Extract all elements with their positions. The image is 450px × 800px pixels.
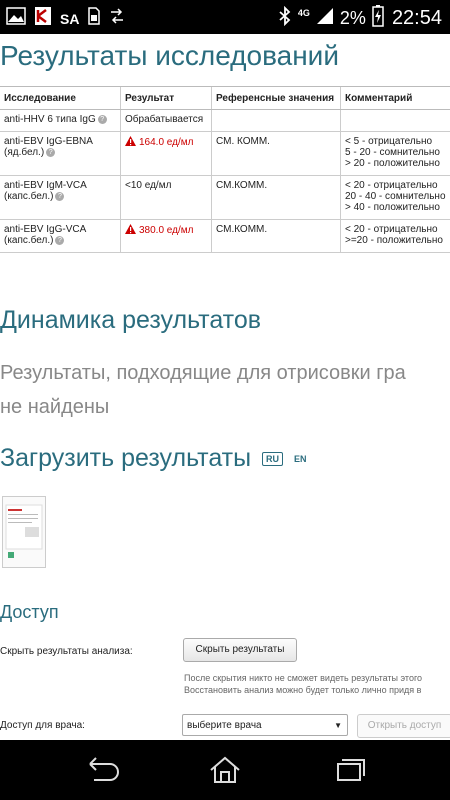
result-cell: <10 ед/мл xyxy=(120,175,212,220)
result-cell: 164.0 ед/мл xyxy=(120,131,212,176)
hide-results-label: Скрыть результаты анализа: xyxy=(0,646,133,657)
table-row: anti-EBV IgM-VCA (капс.бел.)? <10 ед/мл СМ… xyxy=(0,175,450,220)
hide-results-note: После скрытия никто не сможет видеть рез… xyxy=(184,672,422,696)
note-line: После скрытия никто не сможет видеть рез… xyxy=(184,673,423,683)
help-icon[interactable]: ? xyxy=(55,191,65,201)
table-header-row: Исследование Результат Референсные значе… xyxy=(0,86,450,110)
result-value: 380.0 ед/мл xyxy=(139,225,194,236)
doctor-access-label: Доступ для врача: xyxy=(0,720,85,731)
test-name: anti-EBV IgG-VCA (капс.бел.) xyxy=(4,224,86,246)
bluetooth-icon xyxy=(278,5,292,31)
lang-ru-link[interactable]: RU xyxy=(262,452,284,467)
table-row: anti-HHV 6 типа IgG? Обрабатывается xyxy=(0,109,450,132)
clock: 22:54 xyxy=(391,7,442,29)
dynamics-empty-line: не найдены xyxy=(0,396,110,418)
recent-apps-icon[interactable] xyxy=(330,754,370,786)
comment-cell: < 20 - отрицательно >=20 - положительно xyxy=(340,219,450,253)
navigation-bar xyxy=(0,740,450,800)
lang-en-link[interactable]: EN xyxy=(294,454,307,464)
reference-cell xyxy=(211,109,341,132)
column-header: Исследование xyxy=(0,86,121,110)
help-icon[interactable]: ? xyxy=(55,235,65,245)
table-row: anti-EBV IgG-EBNA (яд.бел.)? 164.0 ед/мл С… xyxy=(0,131,450,176)
test-name-cell: anti-HHV 6 типа IgG? xyxy=(0,109,121,132)
uploaded-file-thumbnail[interactable] xyxy=(2,496,46,568)
battery-percent: 2% xyxy=(339,8,366,28)
comment-cell xyxy=(340,109,450,132)
column-header: Комментарий xyxy=(340,86,450,110)
warning-icon xyxy=(125,136,136,149)
doctor-select-value: выберите врача xyxy=(187,720,262,731)
dynamics-title: Динамика результатов xyxy=(0,306,262,334)
upload-title-text: Загрузить результаты xyxy=(0,444,252,472)
doctor-select[interactable]: выберите врача ▼ xyxy=(182,714,348,736)
dynamics-empty-message: Результаты, подходящие для отрисовки гра… xyxy=(0,356,406,424)
results-table: Исследование Результат Референсные значе… xyxy=(0,86,450,253)
note-line: Восстановить анализ можно будет только л… xyxy=(184,685,422,695)
network-type: 4G xyxy=(297,7,310,18)
battery-icon xyxy=(372,5,384,32)
upload-title: Загрузить результаты RU EN xyxy=(0,444,307,473)
home-icon[interactable] xyxy=(205,754,245,786)
access-title: Доступ xyxy=(0,602,59,622)
gallery-icon xyxy=(6,7,26,30)
column-header: Референсные значения xyxy=(211,86,341,110)
hide-results-button[interactable]: Скрыть результаты xyxy=(183,638,297,662)
help-icon[interactable]: ? xyxy=(46,147,56,157)
comment-cell: < 20 - отрицательно 20 - 40 - сомнительн… xyxy=(340,175,450,220)
sync-icon xyxy=(109,8,125,29)
carrier-label: SA xyxy=(60,10,80,27)
warning-icon xyxy=(125,224,136,237)
dynamics-empty-line: Результаты, подходящие для отрисовки гра xyxy=(0,362,406,384)
result-value: Обрабатывается xyxy=(125,114,204,125)
column-header: Результат xyxy=(120,86,212,110)
result-cell: 380.0 ед/мл xyxy=(120,219,212,253)
test-name: anti-EBV IgM-VCA (капс.бел.) xyxy=(4,180,87,202)
reference-cell: СМ.КОММ. xyxy=(211,219,341,253)
kaspersky-icon xyxy=(34,6,52,31)
reference-cell: СМ. КОММ. xyxy=(211,131,341,176)
page-title: Результаты исследований xyxy=(0,40,339,71)
test-name-cell: anti-EBV IgG-EBNA (яд.бел.)? xyxy=(0,131,121,176)
signal-icon xyxy=(316,7,334,30)
page-content: Результаты исследований Исследование Рез… xyxy=(0,34,450,740)
help-icon[interactable]: ? xyxy=(97,114,107,124)
reference-cell: СМ.КОММ. xyxy=(211,175,341,220)
result-value: 164.0 ед/мл xyxy=(139,137,194,148)
table-row: anti-EBV IgG-VCA (капс.бел.)? 380.0 ед/мл… xyxy=(0,219,450,253)
result-cell: Обрабатывается xyxy=(120,109,212,132)
test-name-cell: anti-EBV IgM-VCA (капс.бел.)? xyxy=(0,175,121,220)
test-name: anti-HHV 6 типа IgG xyxy=(4,114,96,125)
test-name-cell: anti-EBV IgG-VCA (капс.бел.)? xyxy=(0,219,121,253)
comment-cell: < 5 - отрицательно 5 - 20 - сомнительно … xyxy=(340,131,450,176)
back-icon[interactable] xyxy=(80,754,120,786)
result-value: <10 ед/мл xyxy=(125,180,172,191)
dropdown-arrow-icon: ▼ xyxy=(334,721,342,730)
status-bar: SA 4G 2% 22:54 xyxy=(0,0,450,34)
open-access-button[interactable]: Открыть доступ xyxy=(357,714,450,738)
sim-icon xyxy=(87,7,101,30)
